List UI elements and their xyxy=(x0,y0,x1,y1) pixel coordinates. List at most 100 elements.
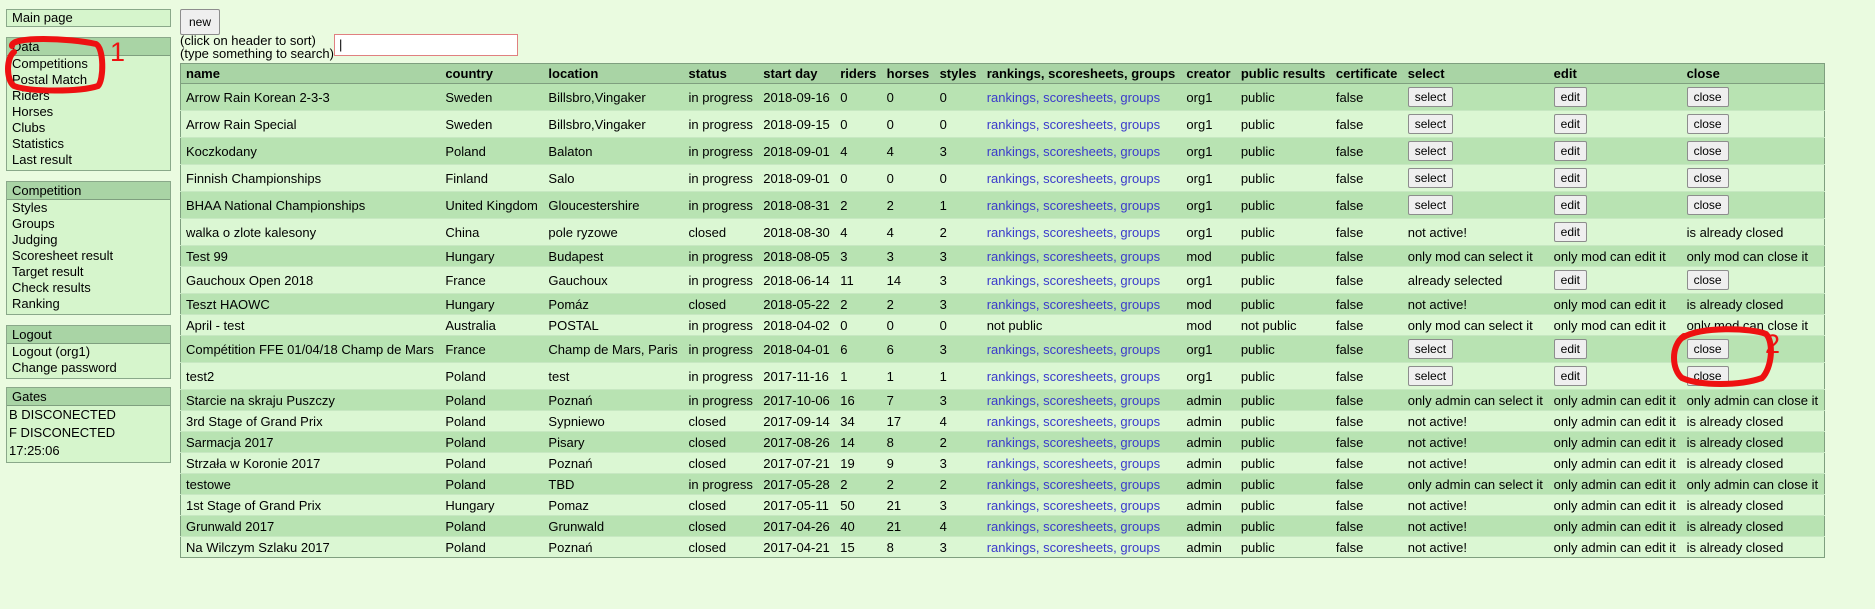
sidebar-item-styles[interactable]: Styles xyxy=(7,200,170,216)
column-header-certificate[interactable]: certificate xyxy=(1330,63,1403,84)
column-header-name[interactable]: name xyxy=(180,63,441,84)
edit-button[interactable]: edit xyxy=(1553,141,1588,161)
column-header-links[interactable]: rankings, scoresheets, groups xyxy=(981,63,1182,84)
rankings-scoresheets-groups-link[interactable]: rankings, scoresheets, groups xyxy=(987,393,1160,408)
column-header-styles[interactable]: styles xyxy=(934,63,982,84)
column-header-riders[interactable]: riders xyxy=(835,63,882,84)
rankings-scoresheets-groups-link[interactable]: rankings, scoresheets, groups xyxy=(987,273,1160,288)
column-header-status[interactable]: status xyxy=(683,63,759,84)
cell-links: rankings, scoresheets, groups xyxy=(981,362,1182,390)
close-button[interactable]: close xyxy=(1686,87,1729,107)
rankings-scoresheets-groups-link[interactable]: rankings, scoresheets, groups xyxy=(987,198,1160,213)
select-button[interactable]: select xyxy=(1407,195,1454,215)
cell-riders: 2 xyxy=(835,473,882,495)
cell-horses: 7 xyxy=(881,389,935,411)
search-input[interactable]: | xyxy=(334,34,518,56)
close-button[interactable]: close xyxy=(1686,168,1729,188)
cell-styles: 3 xyxy=(934,494,982,516)
column-header-start-day[interactable]: start day xyxy=(758,63,836,84)
rankings-scoresheets-groups-link[interactable]: rankings, scoresheets, groups xyxy=(987,369,1160,384)
sidebar-item-horses[interactable]: Horses xyxy=(7,104,170,120)
cell-close: is already closed xyxy=(1681,410,1825,432)
rankings-scoresheets-groups-link[interactable]: rankings, scoresheets, groups xyxy=(987,117,1160,132)
rankings-scoresheets-groups-link[interactable]: rankings, scoresheets, groups xyxy=(987,435,1160,450)
cell-close: close xyxy=(1681,137,1825,165)
cell-select: not active! xyxy=(1402,536,1549,558)
edit-button[interactable]: edit xyxy=(1553,366,1588,386)
column-header-location[interactable]: location xyxy=(543,63,684,84)
edit-button[interactable]: edit xyxy=(1553,195,1588,215)
sidebar-item-target-result[interactable]: Target result xyxy=(7,264,170,280)
edit-button[interactable]: edit xyxy=(1553,87,1588,107)
cell-horses: 0 xyxy=(881,110,935,138)
sidebar-item-statistics[interactable]: Statistics xyxy=(7,136,170,152)
edit-status-text: only admin can edit it xyxy=(1553,497,1676,513)
edit-button[interactable]: edit xyxy=(1553,222,1588,242)
sidebar-item-competitions[interactable]: Competitions xyxy=(7,56,170,72)
close-button[interactable]: close xyxy=(1686,114,1729,134)
select-button[interactable]: select xyxy=(1407,87,1454,107)
close-button[interactable]: close xyxy=(1686,339,1729,359)
main-page-link[interactable]: Main page xyxy=(7,10,170,26)
cell-edit: only admin can edit it xyxy=(1548,452,1682,474)
column-header-public-results[interactable]: public results xyxy=(1235,63,1331,84)
sidebar-item-riders[interactable]: Riders xyxy=(7,88,170,104)
rankings-scoresheets-groups-link[interactable]: rankings, scoresheets, groups xyxy=(987,477,1160,492)
cell-edit: only mod can edit it xyxy=(1548,245,1682,267)
sidebar-item-judging[interactable]: Judging xyxy=(7,232,170,248)
column-header-close[interactable]: close xyxy=(1681,63,1825,84)
rankings-scoresheets-groups-link[interactable]: rankings, scoresheets, groups xyxy=(987,249,1160,264)
select-button[interactable]: select xyxy=(1407,168,1454,188)
cell-close: close xyxy=(1681,335,1825,363)
close-button[interactable]: close xyxy=(1686,195,1729,215)
sidebar-item-groups[interactable]: Groups xyxy=(7,216,170,232)
rankings-scoresheets-groups-link[interactable]: rankings, scoresheets, groups xyxy=(987,498,1160,513)
sidebar-item-last-result[interactable]: Last result xyxy=(7,152,170,168)
rankings-scoresheets-groups-link[interactable]: rankings, scoresheets, groups xyxy=(987,297,1160,312)
column-header-creator[interactable]: creator xyxy=(1181,63,1236,84)
rankings-scoresheets-groups-link[interactable]: rankings, scoresheets, groups xyxy=(987,519,1160,534)
cell-country: Poland xyxy=(440,362,544,390)
cell-close: close xyxy=(1681,83,1825,111)
rankings-scoresheets-groups-link[interactable]: rankings, scoresheets, groups xyxy=(987,171,1160,186)
cell-location: Budapest xyxy=(543,245,684,267)
rankings-scoresheets-groups-link[interactable]: rankings, scoresheets, groups xyxy=(987,540,1160,555)
column-header-edit[interactable]: edit xyxy=(1548,63,1682,84)
sidebar-item-postal-match[interactable]: Postal Match xyxy=(7,72,170,88)
select-button[interactable]: select xyxy=(1407,339,1454,359)
edit-button[interactable]: edit xyxy=(1553,270,1588,290)
select-button[interactable]: select xyxy=(1407,366,1454,386)
change-password-link[interactable]: Change password xyxy=(7,360,170,376)
logout-link[interactable]: Logout (org1) xyxy=(7,344,170,360)
rankings-scoresheets-groups-link[interactable]: rankings, scoresheets, groups xyxy=(987,225,1160,240)
rankings-scoresheets-groups-link[interactable]: rankings, scoresheets, groups xyxy=(987,342,1160,357)
column-header-horses[interactable]: horses xyxy=(881,63,935,84)
select-button[interactable]: select xyxy=(1407,141,1454,161)
close-button[interactable]: close xyxy=(1686,366,1729,386)
edit-status-text: only admin can edit it xyxy=(1553,476,1676,492)
cell-links: rankings, scoresheets, groups xyxy=(981,452,1182,474)
edit-button[interactable]: edit xyxy=(1553,168,1588,188)
cell-horses: 3 xyxy=(881,245,935,267)
sidebar-item-scoresheet-result[interactable]: Scoresheet result xyxy=(7,248,170,264)
select-button[interactable]: select xyxy=(1407,114,1454,134)
annotation-label-2: 2 xyxy=(1765,329,1781,359)
rankings-scoresheets-groups-link[interactable]: rankings, scoresheets, groups xyxy=(987,414,1160,429)
data-menu-header: Data xyxy=(7,38,170,56)
edit-button[interactable]: edit xyxy=(1553,339,1588,359)
column-header-country[interactable]: country xyxy=(440,63,544,84)
rankings-scoresheets-groups-link[interactable]: rankings, scoresheets, groups xyxy=(987,90,1160,105)
sidebar-item-ranking[interactable]: Ranking xyxy=(7,296,170,312)
close-button[interactable]: close xyxy=(1686,141,1729,161)
cell-links: rankings, scoresheets, groups xyxy=(981,293,1182,315)
edit-button[interactable]: edit xyxy=(1553,114,1588,134)
sidebar-item-clubs[interactable]: Clubs xyxy=(7,120,170,136)
cell-styles: 3 xyxy=(934,245,982,267)
rankings-scoresheets-groups-link[interactable]: rankings, scoresheets, groups xyxy=(987,144,1160,159)
new-competition-button[interactable]: new xyxy=(180,9,221,35)
sidebar-item-check-results[interactable]: Check results xyxy=(7,280,170,296)
column-header-select[interactable]: select xyxy=(1402,63,1549,84)
close-button[interactable]: close xyxy=(1686,270,1729,290)
cell-location: Poznań xyxy=(543,452,684,474)
rankings-scoresheets-groups-link[interactable]: rankings, scoresheets, groups xyxy=(987,456,1160,471)
